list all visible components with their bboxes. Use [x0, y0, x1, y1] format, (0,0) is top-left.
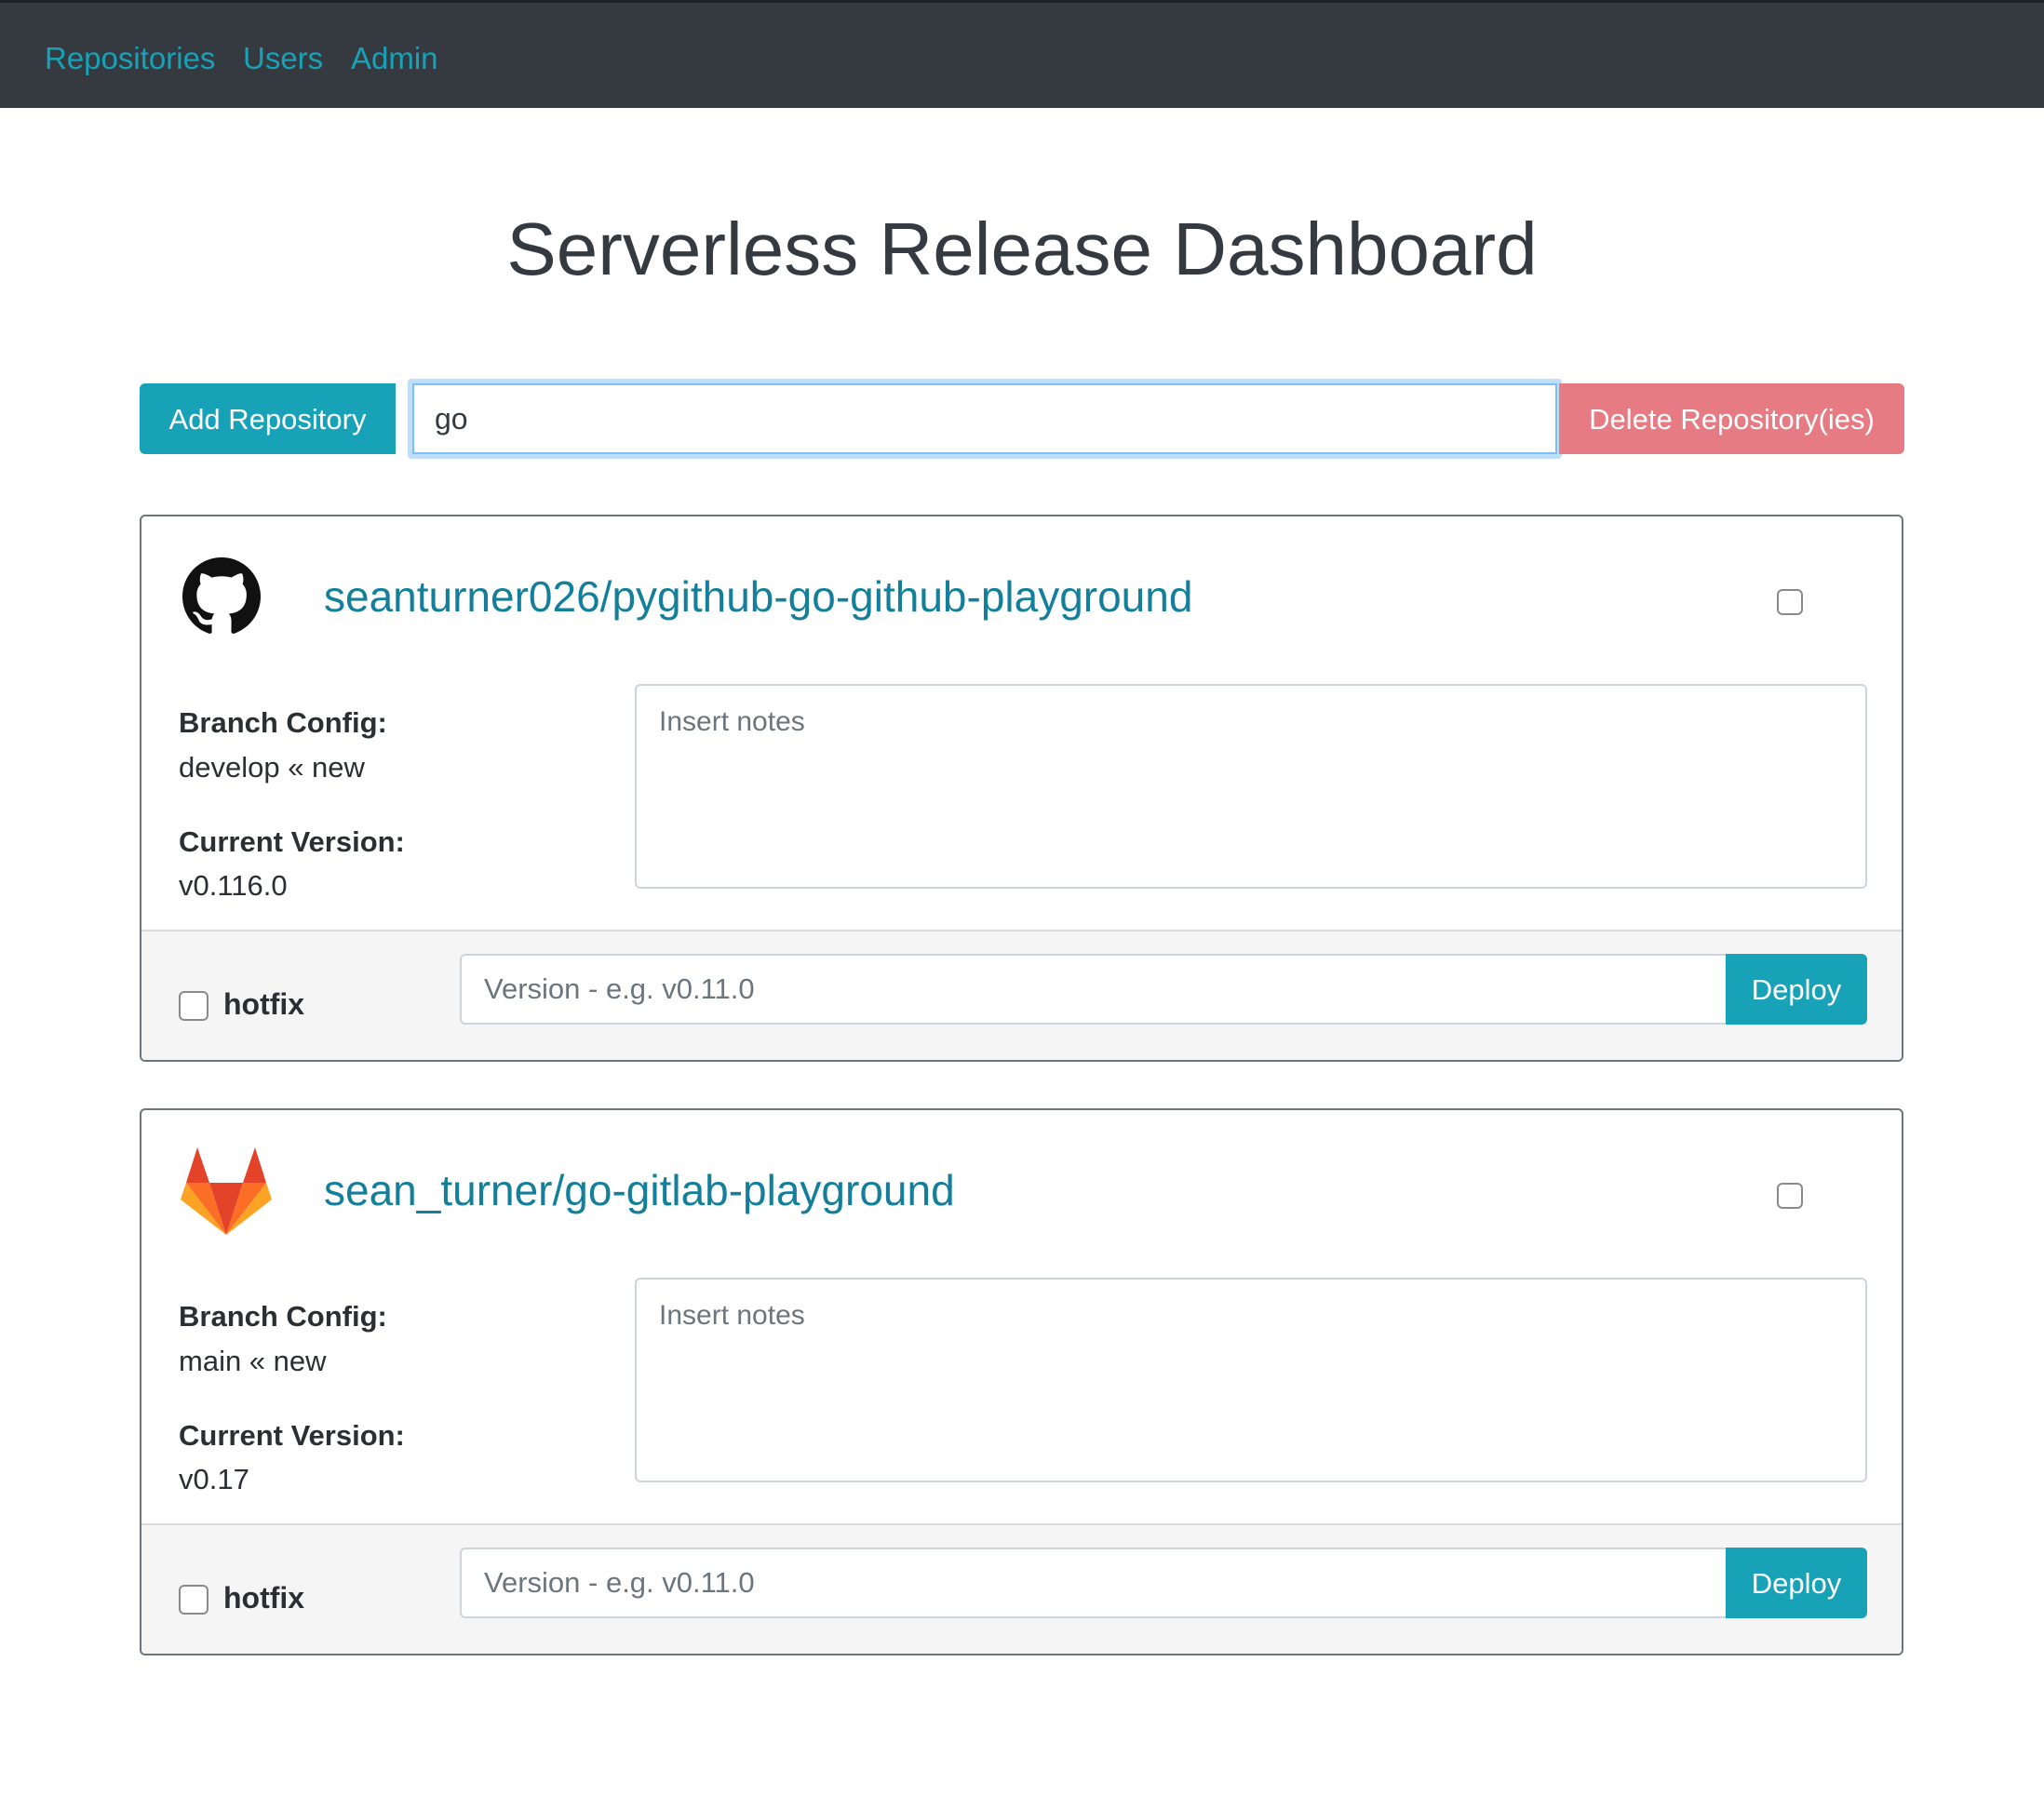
app-window: Repositories Users Admin Serverless Rele… — [0, 0, 2044, 1796]
search-input[interactable] — [412, 383, 1557, 454]
nav-link-users[interactable]: Users — [243, 40, 323, 77]
github-icon — [182, 557, 261, 640]
current-version-value: v0.116.0 — [179, 869, 288, 902]
version-input[interactable] — [460, 1548, 1726, 1618]
repository-card-body: seanturner026/pygithub-go-github-playgro… — [141, 516, 1902, 930]
top-navbar: Repositories Users Admin — [0, 0, 2044, 108]
gitlab-icon — [179, 1144, 274, 1241]
current-version-label: Current Version: — [179, 825, 405, 858]
hotfix-checkbox[interactable] — [179, 991, 208, 1021]
repository-card-footer: hotfix Deploy — [141, 1523, 1902, 1654]
branch-config-label: Branch Config: — [179, 706, 387, 739]
page-title: Serverless Release Dashboard — [506, 208, 1538, 290]
hotfix-label: hotfix — [223, 1581, 305, 1615]
branch-config-value: develop « new — [179, 751, 365, 784]
search-input-wrapper — [408, 379, 1562, 459]
repository-card-body: sean_turner/go-gitlab-playground Branch … — [141, 1110, 1902, 1523]
add-repository-button[interactable]: Add Repository — [140, 383, 396, 454]
repository-name-link[interactable]: seanturner026/pygithub-go-github-playgro… — [324, 570, 1192, 623]
deploy-button[interactable]: Deploy — [1726, 1548, 1867, 1618]
hotfix-label: hotfix — [223, 987, 305, 1021]
branch-config-value: main « new — [179, 1345, 327, 1377]
repository-card-footer: hotfix Deploy — [141, 930, 1902, 1060]
repository-card: sean_turner/go-gitlab-playground Branch … — [140, 1108, 1903, 1655]
branch-config-label: Branch Config: — [179, 1300, 387, 1333]
delete-repositories-button[interactable]: Delete Repository(ies) — [1559, 383, 1904, 454]
repository-select-checkbox[interactable] — [1777, 1183, 1803, 1209]
repository-select-checkbox[interactable] — [1777, 589, 1803, 615]
repository-card: seanturner026/pygithub-go-github-playgro… — [140, 515, 1903, 1062]
repository-name-link[interactable]: sean_turner/go-gitlab-playground — [324, 1164, 955, 1216]
nav-link-repositories[interactable]: Repositories — [45, 40, 215, 77]
notes-textarea[interactable] — [635, 684, 1867, 889]
deploy-button[interactable]: Deploy — [1726, 954, 1867, 1025]
current-version-label: Current Version: — [179, 1419, 405, 1452]
current-version-value: v0.17 — [179, 1463, 249, 1495]
notes-textarea[interactable] — [635, 1278, 1867, 1482]
version-input[interactable] — [460, 954, 1726, 1025]
hotfix-checkbox[interactable] — [179, 1585, 208, 1615]
nav-link-admin[interactable]: Admin — [351, 40, 438, 77]
